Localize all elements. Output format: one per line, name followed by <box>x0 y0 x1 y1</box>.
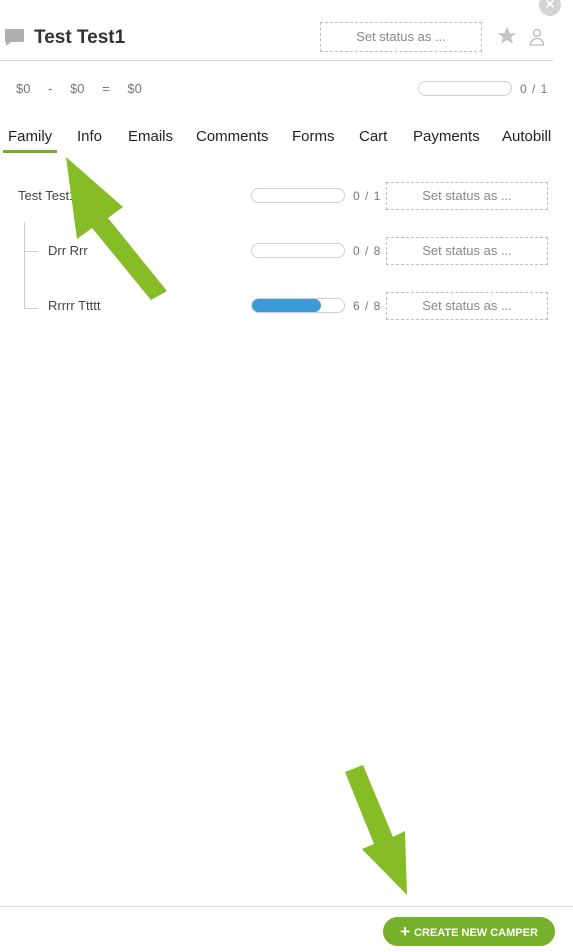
member-status-select[interactable]: Set status as ... <box>386 182 548 210</box>
annotation-arrow-create <box>345 765 407 895</box>
member-name[interactable]: Rrrrr Ttttt <box>48 298 100 313</box>
minus-sign: - <box>48 81 53 96</box>
equals-sign: = <box>102 81 110 96</box>
family-progress-count: 0 / 1 <box>520 82 549 96</box>
active-tab-indicator <box>3 150 57 153</box>
star-icon[interactable] <box>496 25 518 52</box>
tab-bar: Family Info Emails Comments Forms Cart P… <box>0 124 573 154</box>
tab-forms[interactable]: Forms <box>292 128 335 145</box>
member-progress-count: 0 / 8 <box>353 244 382 258</box>
tab-family[interactable]: Family <box>8 128 52 145</box>
progress-fill <box>252 299 321 312</box>
tab-cart[interactable]: Cart <box>359 128 387 145</box>
tab-comments[interactable]: Comments <box>196 128 269 145</box>
tree-branch <box>24 251 38 252</box>
payments-amount: $0 <box>70 81 85 96</box>
balance-summary: $0 - $0 = $0 <box>16 81 156 96</box>
member-progress-count: 6 / 8 <box>353 299 382 313</box>
tree-connector <box>24 222 25 309</box>
member-status-select[interactable]: Set status as ... <box>386 237 548 265</box>
create-new-camper-button[interactable]: + CREATE NEW CAMPER <box>383 917 555 946</box>
family-status-select[interactable]: Set status as ... <box>320 22 482 52</box>
person-icon[interactable] <box>529 28 545 51</box>
tab-payments[interactable]: Payments <box>413 128 480 145</box>
annotation-arrow-family <box>66 157 167 300</box>
member-name[interactable]: Test Test1 <box>18 188 76 203</box>
balance-amount: $0 <box>127 81 142 96</box>
member-progress-bar <box>251 188 345 203</box>
tree-branch <box>24 308 38 309</box>
member-progress-bar <box>251 298 345 313</box>
member-progress-count: 0 / 1 <box>353 189 382 203</box>
footer-divider <box>0 906 573 907</box>
tab-emails[interactable]: Emails <box>128 128 173 145</box>
create-new-camper-label: CREATE NEW CAMPER <box>414 927 538 939</box>
plus-icon: + <box>400 922 411 941</box>
tab-autobill[interactable]: Autobill <box>502 128 551 145</box>
tab-info[interactable]: Info <box>77 128 102 145</box>
family-header: Test Test1 Set status as ... <box>0 14 553 61</box>
member-status-select[interactable]: Set status as ... <box>386 292 548 320</box>
member-progress-bar <box>251 243 345 258</box>
family-name: Test Test1 <box>34 27 126 48</box>
member-name[interactable]: Drr Rrr <box>48 243 88 258</box>
family-progress-bar <box>418 81 512 96</box>
charges-amount: $0 <box>16 81 31 96</box>
chat-icon[interactable] <box>4 28 25 53</box>
